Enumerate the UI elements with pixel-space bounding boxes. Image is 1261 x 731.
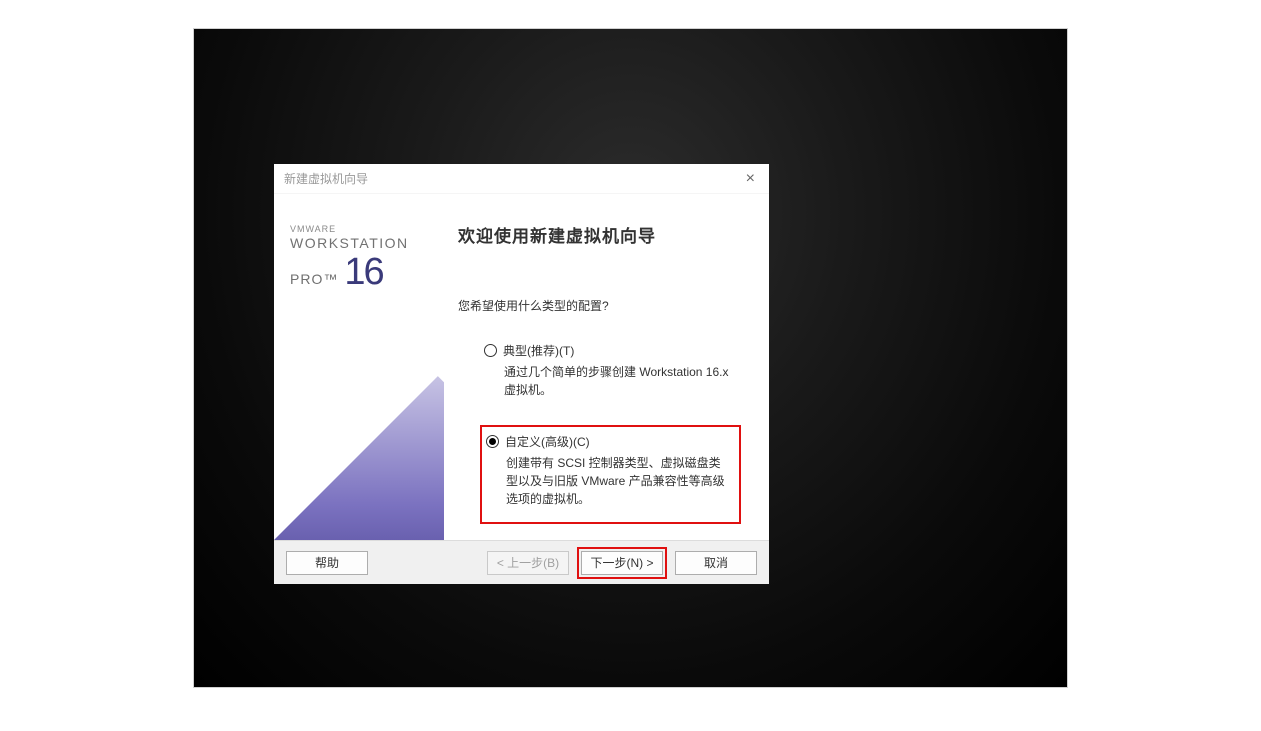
wizard-main: 欢迎使用新建虚拟机向导 您希望使用什么类型的配置? 典型(推荐)(T) 通过几个… — [444, 194, 769, 540]
brand-version: 16 — [344, 253, 382, 291]
next-button[interactable]: 下一步(N) > — [581, 551, 663, 575]
option-typical[interactable]: 典型(推荐)(T) 通过几个简单的步骤创建 Workstation 16.x 虚… — [480, 336, 741, 409]
option-description: 创建带有 SCSI 控制器类型、虚拟磁盘类型以及与旧版 VMware 产品兼容性… — [486, 454, 729, 508]
config-type-options: 典型(推荐)(T) 通过几个简单的步骤创建 Workstation 16.x 虚… — [452, 336, 759, 524]
wizard-sidebar: VMWARE WORKSTATION PRO™ 16 — [274, 194, 444, 540]
desktop-background: 新建虚拟机向导 × VMWARE WORKSTATION PRO™ 16 欢迎使 — [193, 28, 1068, 688]
product-brand: VMWARE WORKSTATION PRO™ 16 — [290, 224, 409, 291]
option-description: 通过几个简单的步骤创建 Workstation 16.x 虚拟机。 — [484, 363, 731, 399]
next-button-highlight: 下一步(N) > — [577, 547, 667, 579]
wizard-prompt: 您希望使用什么类型的配置? — [452, 297, 759, 314]
cancel-button[interactable]: 取消 — [675, 551, 757, 575]
decorative-triangle — [274, 350, 444, 540]
help-button[interactable]: 帮助 — [286, 551, 368, 575]
dialog-content: VMWARE WORKSTATION PRO™ 16 欢迎使用新建虚拟机向导 您… — [274, 194, 769, 540]
wizard-button-row: 帮助 < 上一步(B) 下一步(N) > 取消 — [274, 540, 769, 584]
brand-vmware: VMWARE — [290, 224, 409, 234]
back-button: < 上一步(B) — [487, 551, 569, 575]
radio-icon[interactable] — [484, 344, 497, 357]
brand-pro: PRO™ — [290, 271, 338, 287]
radio-icon[interactable] — [486, 435, 499, 448]
close-icon[interactable]: × — [742, 170, 759, 188]
option-custom[interactable]: 自定义(高级)(C) 创建带有 SCSI 控制器类型、虚拟磁盘类型以及与旧版 V… — [480, 425, 741, 524]
dialog-title: 新建虚拟机向导 — [284, 170, 368, 187]
wizard-heading: 欢迎使用新建虚拟机向导 — [452, 222, 759, 247]
dialog-titlebar: 新建虚拟机向导 × — [274, 164, 769, 194]
new-vm-wizard-dialog: 新建虚拟机向导 × VMWARE WORKSTATION PRO™ 16 欢迎使 — [274, 164, 769, 584]
option-label: 典型(推荐)(T) — [503, 342, 574, 359]
option-label: 自定义(高级)(C) — [505, 433, 590, 450]
brand-workstation: WORKSTATION — [290, 235, 409, 251]
